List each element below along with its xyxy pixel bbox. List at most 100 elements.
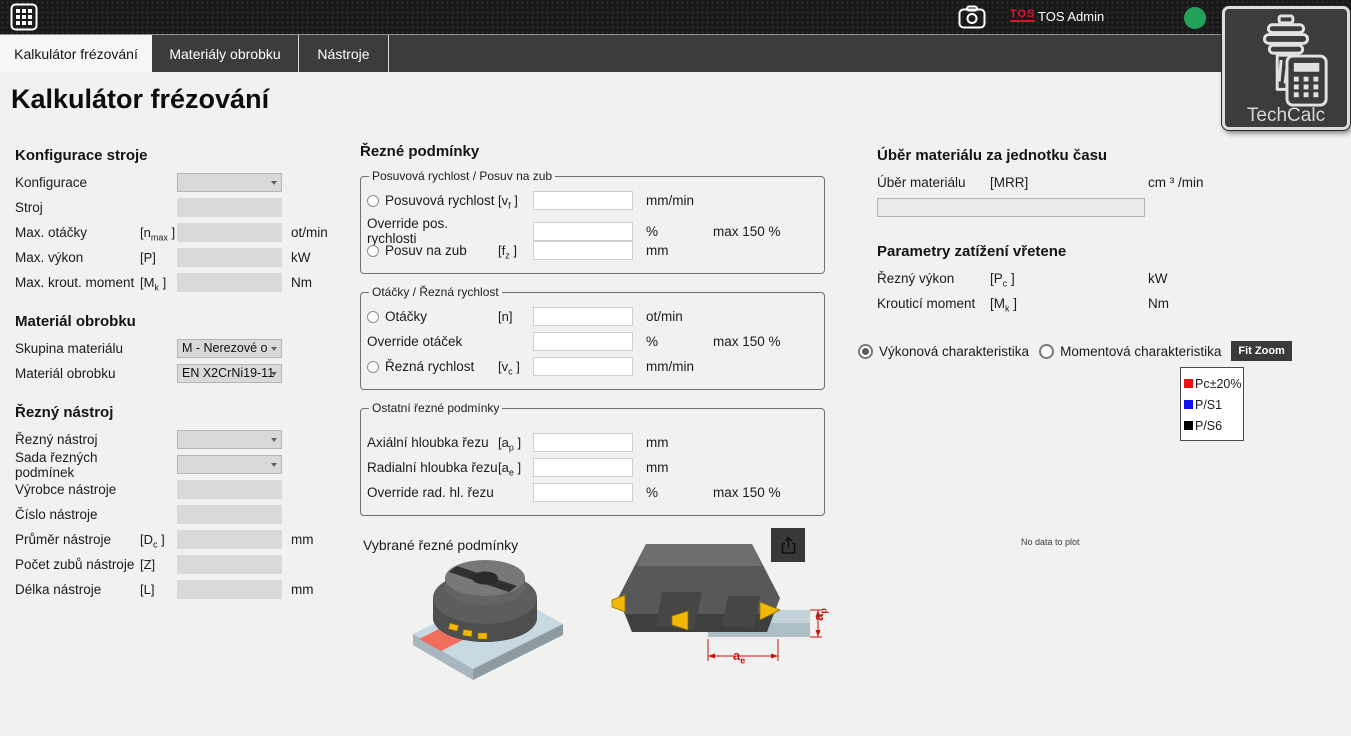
radial-depth-input[interactable] — [533, 458, 633, 477]
field-label: Override pos. rychlosti — [367, 216, 498, 246]
form-row: Materiál obrobku EN X2CrNi19-11 — [15, 364, 360, 383]
cutting-speed-input[interactable] — [533, 357, 633, 376]
max-power-input[interactable] — [177, 248, 282, 267]
unit-label: % — [633, 485, 711, 500]
form-row: Průměr nástroje [Dc ] mm — [15, 530, 360, 549]
unit-label: Nm — [1148, 296, 1351, 311]
material-group-select[interactable]: M - Nerezové o — [177, 339, 282, 358]
feed-rate-input[interactable] — [533, 191, 633, 210]
app: { "topbar": { "logo": "TOS", "user": "TO… — [0, 0, 1351, 736]
tool-teeth-input[interactable] — [177, 555, 282, 574]
unit-label: ot/min — [633, 309, 711, 324]
field-label: Průměr nástroje — [15, 532, 140, 547]
legend-swatch-pc — [1184, 379, 1193, 388]
plot-placeholder: No data to plot — [1021, 537, 1080, 547]
max-rpm-input[interactable] — [177, 223, 282, 242]
tos-logo: TOS — [1010, 9, 1035, 22]
tool-length-input[interactable] — [177, 580, 282, 599]
form-row: Úběr materiálu [MRR] cm ³ /min — [877, 173, 1351, 192]
feed-per-tooth-input[interactable] — [533, 241, 633, 260]
field-label: Číslo nástroje — [15, 507, 140, 522]
max-limit-label: max 150 % — [711, 485, 818, 500]
power-characteristic-radio[interactable] — [858, 344, 873, 359]
field-symbol: [Pc ] — [990, 271, 1148, 286]
rpm-radio[interactable] — [367, 311, 379, 323]
feed-rate-radio[interactable] — [367, 195, 379, 207]
field-symbol: [L] — [140, 582, 177, 597]
tab-workpiece-materials[interactable]: Materiály obrobku — [152, 35, 299, 72]
field-label: Radialní hloubka řezu — [367, 460, 498, 475]
field-label: Axiální hloubka řezu — [367, 435, 498, 450]
unit-label: mm — [633, 243, 711, 258]
field-label: Řezná rychlost — [385, 359, 498, 374]
cutting-speed-radio[interactable] — [367, 361, 379, 373]
field-symbol: [ae ] — [498, 460, 533, 475]
form-row: Otáčky [n] ot/min — [367, 307, 818, 326]
form-row: Radialní hloubka řezu [ae ] mm — [367, 458, 818, 477]
chevron-down-icon — [271, 181, 277, 185]
section-heading-material: Materiál obrobku — [15, 313, 360, 330]
form-row: Řezný nástroj — [15, 430, 360, 449]
workpiece-material-select[interactable]: EN X2CrNi19-11 — [177, 364, 282, 383]
torque-characteristic-label: Momentová charakteristika — [1060, 344, 1221, 359]
cutting-tool-select[interactable] — [177, 430, 282, 449]
power-characteristic-label: Výkonová charakteristika — [879, 344, 1029, 359]
field-symbol: [vf ] — [498, 193, 533, 208]
unit-label: Nm — [291, 275, 312, 290]
grid-icon — [10, 3, 38, 31]
fit-zoom-button[interactable]: Fit Zoom — [1231, 341, 1291, 361]
tool-number-input[interactable] — [177, 505, 282, 524]
unit-label: mm — [291, 582, 314, 597]
machine-name-input[interactable] — [177, 198, 282, 217]
field-label: Sada řezných podmínek — [15, 450, 140, 480]
field-label: Počet zubů nástroje — [15, 557, 140, 572]
other-conditions-group: Ostatní řezné podmínky Axiální hloubka ř… — [360, 401, 825, 516]
rpm-input[interactable] — [533, 307, 633, 326]
field-label: Stroj — [15, 200, 140, 215]
chevron-down-icon — [271, 463, 277, 467]
tool-manufacturer-input[interactable] — [177, 480, 282, 499]
techcalc-app-icon[interactable]: TechCalc — [1222, 6, 1350, 130]
unit-label: ot/min — [291, 225, 328, 240]
tab-bar: Kalkulátor frézování Materiály obrobku N… — [0, 34, 1351, 72]
depth-of-cut-illustration — [610, 540, 840, 680]
legend-swatch-ps1 — [1184, 400, 1193, 409]
max-torque-input[interactable] — [177, 273, 282, 292]
legend-label: Pc±20% — [1195, 377, 1241, 391]
apps-menu-button[interactable] — [10, 3, 38, 31]
legend-item: P/S1 — [1184, 394, 1240, 415]
milling-overview-illustration — [405, 538, 570, 688]
machine-column: Konfigurace stroje Konfigurace Stroj Max… — [15, 147, 360, 605]
machine-config-select[interactable] — [177, 173, 282, 192]
unit-label: kW — [1148, 271, 1351, 286]
top-bar: TOS TOS Admin — [0, 0, 1351, 34]
unit-label: mm/min — [633, 359, 711, 374]
field-symbol: [nmax ] — [140, 225, 177, 240]
axial-depth-input[interactable] — [533, 433, 633, 452]
tool-diameter-input[interactable] — [177, 530, 282, 549]
section-heading-mrr: Úběr materiálu za jednotku času — [877, 147, 1351, 164]
tab-milling-calculator[interactable]: Kalkulátor frézování — [0, 35, 152, 72]
chart-legend: Pc±20% P/S1 P/S6 — [1180, 367, 1244, 441]
max-limit-label: max 150 % — [711, 224, 818, 239]
unit-label: mm/min — [633, 193, 711, 208]
legend-item: P/S6 — [1184, 415, 1240, 436]
cutting-set-select[interactable] — [177, 455, 282, 474]
screenshot-button[interactable] — [958, 5, 986, 29]
feed-per-tooth-radio[interactable] — [367, 245, 379, 257]
tab-tools[interactable]: Nástroje — [299, 35, 389, 72]
form-row: Výrobce nástroje — [15, 480, 360, 499]
speed-group-legend: Otáčky / Řezná rychlost — [369, 285, 502, 299]
legend-swatch-ps6 — [1184, 421, 1193, 430]
field-symbol: [Mk ] — [990, 296, 1148, 311]
field-label: Úběr materiálu — [877, 175, 990, 190]
max-limit-label: max 150 % — [711, 334, 818, 349]
radial-override-input[interactable] — [533, 483, 633, 502]
field-label: Materiál obrobku — [15, 366, 140, 381]
torque-characteristic-radio[interactable] — [1039, 344, 1054, 359]
feed-override-input[interactable] — [533, 222, 633, 241]
techcalc-label: TechCalc — [1247, 105, 1325, 127]
legend-label: P/S6 — [1195, 419, 1222, 433]
rpm-override-input[interactable] — [533, 332, 633, 351]
form-row: Max. krout. moment [Mk ] Nm — [15, 273, 360, 292]
